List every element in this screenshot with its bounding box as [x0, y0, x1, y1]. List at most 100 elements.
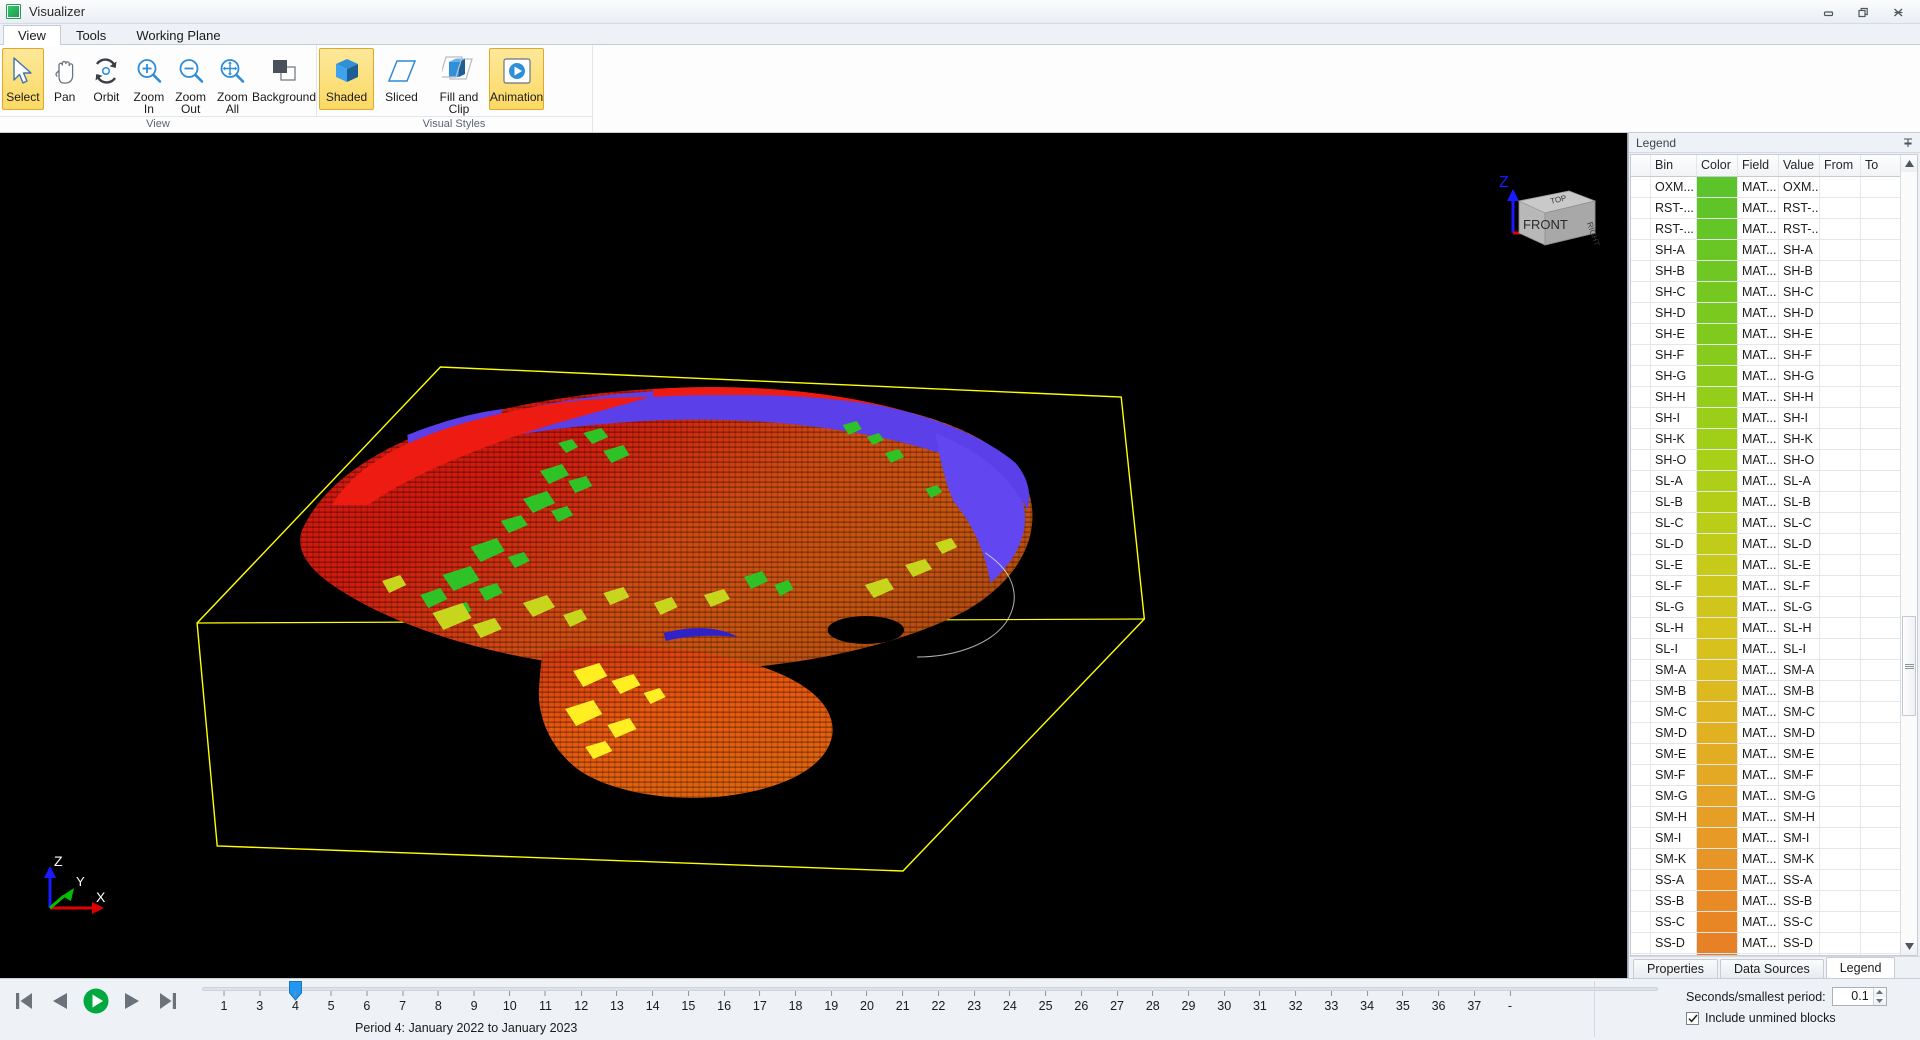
tab-tools[interactable]: Tools: [61, 25, 121, 45]
include-unmined-label[interactable]: Include unmined blocks: [1705, 1011, 1836, 1025]
legend-row[interactable]: SM-C MAT... SM-C: [1631, 702, 1900, 723]
close-icon[interactable]: [1881, 1, 1916, 23]
legend-row[interactable]: SH-E MAT... SH-E: [1631, 324, 1900, 345]
scroll-up-arrow-icon[interactable]: [1901, 155, 1917, 172]
restore-icon[interactable]: [1846, 1, 1881, 23]
legend-row[interactable]: SL-F MAT... SL-F: [1631, 576, 1900, 597]
legend-row[interactable]: SL-B MAT... SL-B: [1631, 492, 1900, 513]
legend-row[interactable]: RST-... MAT... RST-...: [1631, 219, 1900, 240]
stepper-buttons[interactable]: [1872, 988, 1886, 1005]
legend-color-swatch[interactable]: [1697, 618, 1737, 638]
legend-row[interactable]: SM-F MAT... SM-F: [1631, 765, 1900, 786]
select-button[interactable]: Select: [2, 48, 44, 110]
legend-row[interactable]: SL-I MAT... SL-I: [1631, 639, 1900, 660]
stepper-down-icon[interactable]: [1873, 996, 1886, 1005]
3d-viewport[interactable]: Z FRONT TOP RIGHT Z X Y: [0, 133, 1628, 978]
legend-color-swatch[interactable]: [1697, 471, 1737, 491]
zoom-in-button[interactable]: Zoom In: [128, 48, 170, 116]
shaded-button[interactable]: Shaded: [319, 48, 374, 110]
legend-color-swatch[interactable]: [1697, 198, 1737, 218]
legend-color-swatch[interactable]: [1697, 429, 1737, 449]
pin-icon[interactable]: [1900, 135, 1916, 151]
legend-row[interactable]: SL-C MAT... SL-C: [1631, 513, 1900, 534]
skip-to-start-button[interactable]: [8, 985, 40, 1017]
view-cube[interactable]: Z FRONT TOP RIGHT: [1495, 171, 1605, 261]
legend-color-swatch[interactable]: [1697, 828, 1737, 848]
step-forward-button[interactable]: [116, 985, 148, 1017]
legend-row[interactable]: SH-H MAT... SH-H: [1631, 387, 1900, 408]
include-unmined-checkbox[interactable]: [1686, 1011, 1699, 1025]
legend-color-swatch[interactable]: [1697, 219, 1737, 239]
legend-row[interactable]: SM-B MAT... SM-B: [1631, 681, 1900, 702]
legend-row[interactable]: SH-I MAT... SH-I: [1631, 408, 1900, 429]
legend-row[interactable]: SH-D MAT... SH-D: [1631, 303, 1900, 324]
period-timeline[interactable]: 1 3 4 5 6 7 8 9 10 11 12 13 14 15 16 17 18 19 20 21 22 23 24 25…: [202, 979, 1680, 1035]
animation-button[interactable]: Animation: [489, 48, 544, 110]
legend-color-swatch[interactable]: [1697, 954, 1737, 955]
legend-color-swatch[interactable]: [1697, 282, 1737, 302]
legend-row[interactable]: SH-F MAT... SH-F: [1631, 345, 1900, 366]
background-button[interactable]: Background: [252, 48, 316, 110]
legend-color-swatch[interactable]: [1697, 492, 1737, 512]
legend-row[interactable]: SL-E MAT... SL-E: [1631, 555, 1900, 576]
legend-color-swatch[interactable]: [1697, 534, 1737, 554]
legend-col-color[interactable]: Color: [1697, 155, 1738, 176]
legend-row[interactable]: SS-D MAT... SS-D: [1631, 933, 1900, 954]
pan-button[interactable]: Pan: [44, 48, 86, 110]
legend-scrollbar[interactable]: [1900, 155, 1917, 955]
legend-row[interactable]: SM-K MAT... SM-K: [1631, 849, 1900, 870]
legend-color-swatch[interactable]: [1697, 597, 1737, 617]
legend-color-swatch[interactable]: [1697, 345, 1737, 365]
zoom-all-button[interactable]: Zoom All: [212, 48, 254, 116]
legend-row[interactable]: SS-A MAT... SS-A: [1631, 870, 1900, 891]
legend-row[interactable]: SS-B MAT... SS-B: [1631, 891, 1900, 912]
stepper-up-icon[interactable]: [1873, 988, 1886, 997]
tab-legend[interactable]: Legend: [1825, 957, 1896, 978]
include-unmined-row[interactable]: Include unmined blocks: [1686, 1011, 1910, 1025]
legend-row[interactable]: SL-G MAT... SL-G: [1631, 597, 1900, 618]
legend-color-swatch[interactable]: [1697, 660, 1737, 680]
legend-row[interactable]: SH-B MAT... SH-B: [1631, 261, 1900, 282]
orbit-button[interactable]: Orbit: [86, 48, 128, 110]
legend-row[interactable]: SH-G MAT... SH-G: [1631, 366, 1900, 387]
legend-col-field[interactable]: Field: [1738, 155, 1779, 176]
seconds-per-period-value[interactable]: 0.1: [1833, 988, 1873, 1005]
legend-row[interactable]: SH-C MAT... SH-C: [1631, 282, 1900, 303]
legend-row[interactable]: SM-D MAT... SM-D: [1631, 723, 1900, 744]
legend-color-swatch[interactable]: [1697, 744, 1737, 764]
legend-color-swatch[interactable]: [1697, 324, 1737, 344]
legend-color-swatch[interactable]: [1697, 723, 1737, 743]
legend-color-swatch[interactable]: [1697, 513, 1737, 533]
legend-color-swatch[interactable]: [1697, 807, 1737, 827]
tab-data-sources[interactable]: Data Sources: [1719, 959, 1824, 978]
legend-color-swatch[interactable]: [1697, 576, 1737, 596]
legend-row[interactable]: SH-A MAT... SH-A: [1631, 240, 1900, 261]
legend-row[interactable]: SM-A MAT... SM-A: [1631, 660, 1900, 681]
legend-color-swatch[interactable]: [1697, 408, 1737, 428]
legend-row[interactable]: SL-H MAT... SL-H: [1631, 618, 1900, 639]
step-back-button[interactable]: [44, 985, 76, 1017]
seconds-per-period-stepper[interactable]: 0.1: [1831, 987, 1887, 1006]
legend-color-swatch[interactable]: [1697, 702, 1737, 722]
legend-row[interactable]: SM-I MAT... SM-I: [1631, 828, 1900, 849]
legend-color-swatch[interactable]: [1697, 870, 1737, 890]
legend-row[interactable]: RST-... MAT... RST-...: [1631, 198, 1900, 219]
legend-color-swatch[interactable]: [1697, 639, 1737, 659]
legend-col-to[interactable]: To: [1861, 155, 1900, 176]
sliced-button[interactable]: Sliced: [374, 48, 429, 110]
legend-col-value[interactable]: Value: [1779, 155, 1820, 176]
legend-row[interactable]: SM-G MAT... SM-G: [1631, 786, 1900, 807]
legend-grid[interactable]: Bin Color Field Value From To OXM... MAT.…: [1631, 155, 1900, 955]
tab-properties[interactable]: Properties: [1633, 959, 1718, 978]
tab-working-plane[interactable]: Working Plane: [121, 25, 235, 45]
legend-color-swatch[interactable]: [1697, 891, 1737, 911]
scroll-thumb[interactable]: [1902, 616, 1916, 716]
minimize-icon[interactable]: [1811, 1, 1846, 23]
legend-row[interactable]: SL-A MAT... SL-A: [1631, 471, 1900, 492]
legend-color-swatch[interactable]: [1697, 261, 1737, 281]
legend-row[interactable]: SH-O MAT... SH-O: [1631, 450, 1900, 471]
legend-row[interactable]: SM-H MAT... SM-H: [1631, 807, 1900, 828]
play-button[interactable]: [80, 985, 112, 1017]
legend-color-swatch[interactable]: [1697, 786, 1737, 806]
legend-row[interactable]: SL-D MAT... SL-D: [1631, 534, 1900, 555]
